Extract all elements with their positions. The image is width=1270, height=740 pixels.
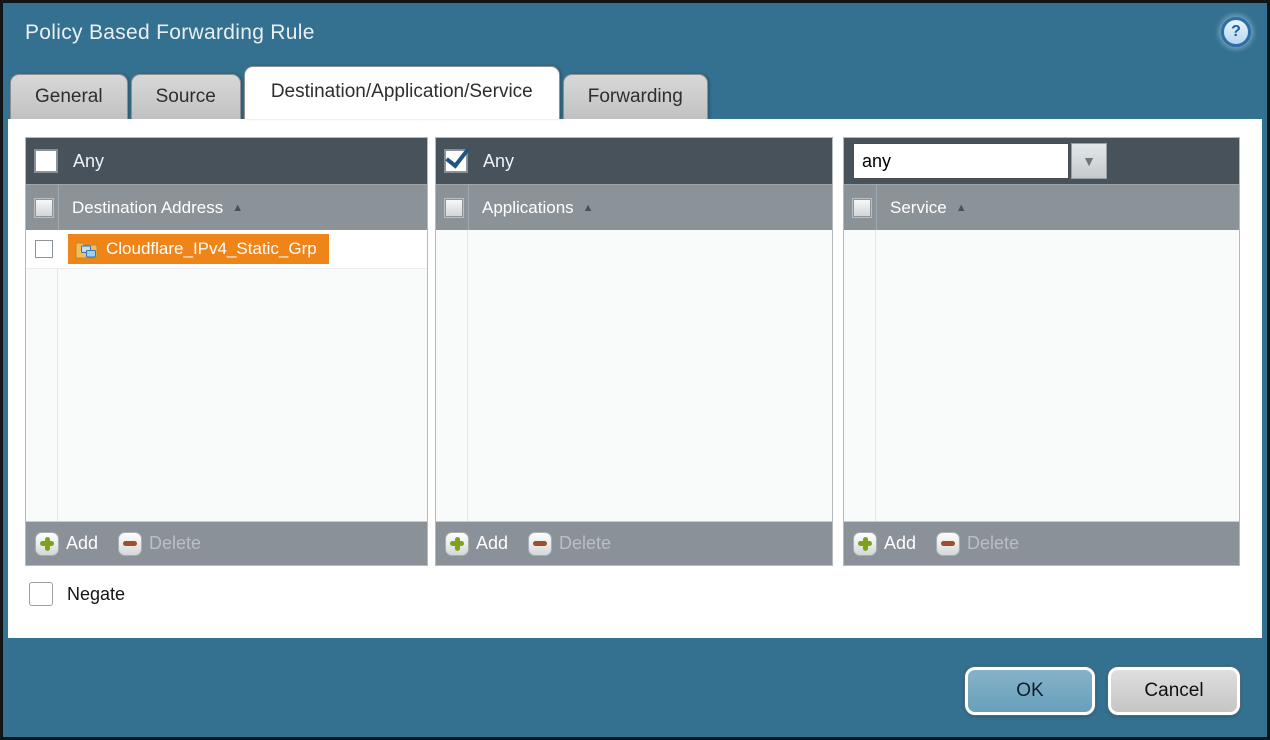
delete-button[interactable]: Delete — [936, 532, 1019, 556]
delete-button[interactable]: Delete — [118, 532, 201, 556]
applications-any-checkbox[interactable] — [445, 150, 467, 172]
tab-content-panel: Any Destination Address ▲ — [8, 119, 1262, 638]
add-label: Add — [884, 533, 916, 554]
add-button[interactable]: Add — [853, 532, 916, 556]
service-select-all-checkbox[interactable] — [853, 199, 871, 217]
tab-destination-application-service[interactable]: Destination/Application/Service — [244, 66, 560, 119]
destination-any-label: Any — [73, 151, 104, 172]
dialog-action-bar: OK Cancel — [965, 667, 1240, 715]
column-container: Any Destination Address ▲ — [25, 137, 1240, 566]
applications-column-header-row: Applications ▲ — [436, 184, 832, 230]
add-button[interactable]: Add — [445, 532, 508, 556]
negate-row: Negate — [29, 582, 1240, 606]
help-glyph: ? — [1231, 23, 1241, 41]
tab-general[interactable]: General — [10, 74, 128, 119]
applications-any-header: Any — [436, 138, 832, 184]
applications-list — [436, 230, 832, 521]
add-button[interactable]: Add — [35, 532, 98, 556]
negate-checkbox[interactable] — [29, 582, 53, 606]
add-plus-icon — [35, 532, 59, 556]
applications-select-all-checkbox[interactable] — [445, 199, 463, 217]
list-column-divider — [875, 230, 876, 521]
dialog-title: Policy Based Forwarding Rule — [25, 21, 315, 45]
header-divider — [58, 185, 59, 230]
delete-minus-icon — [528, 532, 552, 556]
add-plus-icon — [445, 532, 469, 556]
selected-address-object[interactable]: Cloudflare_IPv4_Static_Grp — [68, 234, 329, 264]
service-dropdown-button[interactable]: ▼ — [1071, 143, 1107, 179]
service-list — [844, 230, 1239, 521]
sort-asc-icon[interactable]: ▲ — [583, 202, 594, 214]
service-column-header-row: Service ▲ — [844, 184, 1239, 230]
tab-forwarding[interactable]: Forwarding — [563, 74, 708, 119]
header-divider — [468, 185, 469, 230]
add-plus-icon — [853, 532, 877, 556]
address-group-icon — [75, 240, 98, 259]
tab-bar: General Source Destination/Application/S… — [10, 67, 1267, 119]
help-icon[interactable]: ? — [1221, 17, 1251, 47]
list-column-divider — [467, 230, 468, 521]
chevron-down-icon: ▼ — [1082, 153, 1096, 169]
destination-any-header: Any — [26, 138, 427, 184]
service-column: any ▼ Service ▲ — [843, 137, 1240, 566]
service-dropdown-value[interactable]: any — [853, 143, 1069, 179]
delete-minus-icon — [936, 532, 960, 556]
destination-address-list: Cloudflare_IPv4_Static_Grp — [26, 230, 427, 521]
delete-button[interactable]: Delete — [528, 532, 611, 556]
service-column-header[interactable]: Service — [890, 198, 947, 218]
destination-address-column: Any Destination Address ▲ — [25, 137, 428, 566]
destination-column-header-row: Destination Address ▲ — [26, 184, 427, 230]
header-divider — [876, 185, 877, 230]
applications-column-header[interactable]: Applications — [482, 198, 574, 218]
cancel-button[interactable]: Cancel — [1108, 667, 1240, 715]
delete-label: Delete — [559, 533, 611, 554]
destination-column-header[interactable]: Destination Address — [72, 198, 223, 218]
negate-label: Negate — [67, 584, 125, 605]
service-dropdown-header: any ▼ — [844, 138, 1239, 184]
applications-footer: Add Delete — [436, 521, 832, 565]
sort-asc-icon[interactable]: ▲ — [956, 202, 967, 214]
list-item-cloudflare-group[interactable]: Cloudflare_IPv4_Static_Grp — [26, 230, 427, 269]
row-checkbox[interactable] — [35, 240, 53, 258]
service-dropdown: any ▼ — [853, 143, 1107, 179]
dialog-titlebar: Policy Based Forwarding Rule ? — [3, 3, 1267, 67]
address-object-label: Cloudflare_IPv4_Static_Grp — [106, 239, 317, 259]
add-label: Add — [476, 533, 508, 554]
delete-label: Delete — [967, 533, 1019, 554]
delete-label: Delete — [149, 533, 201, 554]
destination-select-all-checkbox[interactable] — [35, 199, 53, 217]
applications-any-label: Any — [483, 151, 514, 172]
list-column-divider — [57, 230, 58, 521]
tab-source[interactable]: Source — [131, 74, 241, 119]
sort-asc-icon[interactable]: ▲ — [232, 202, 243, 214]
destination-any-checkbox[interactable] — [35, 150, 57, 172]
applications-column: Any Applications ▲ Add — [435, 137, 833, 566]
add-label: Add — [66, 533, 98, 554]
ok-button[interactable]: OK — [965, 667, 1095, 715]
service-footer: Add Delete — [844, 521, 1239, 565]
delete-minus-icon — [118, 532, 142, 556]
destination-footer: Add Delete — [26, 521, 427, 565]
pbf-rule-dialog: Policy Based Forwarding Rule ? General S… — [0, 0, 1270, 740]
